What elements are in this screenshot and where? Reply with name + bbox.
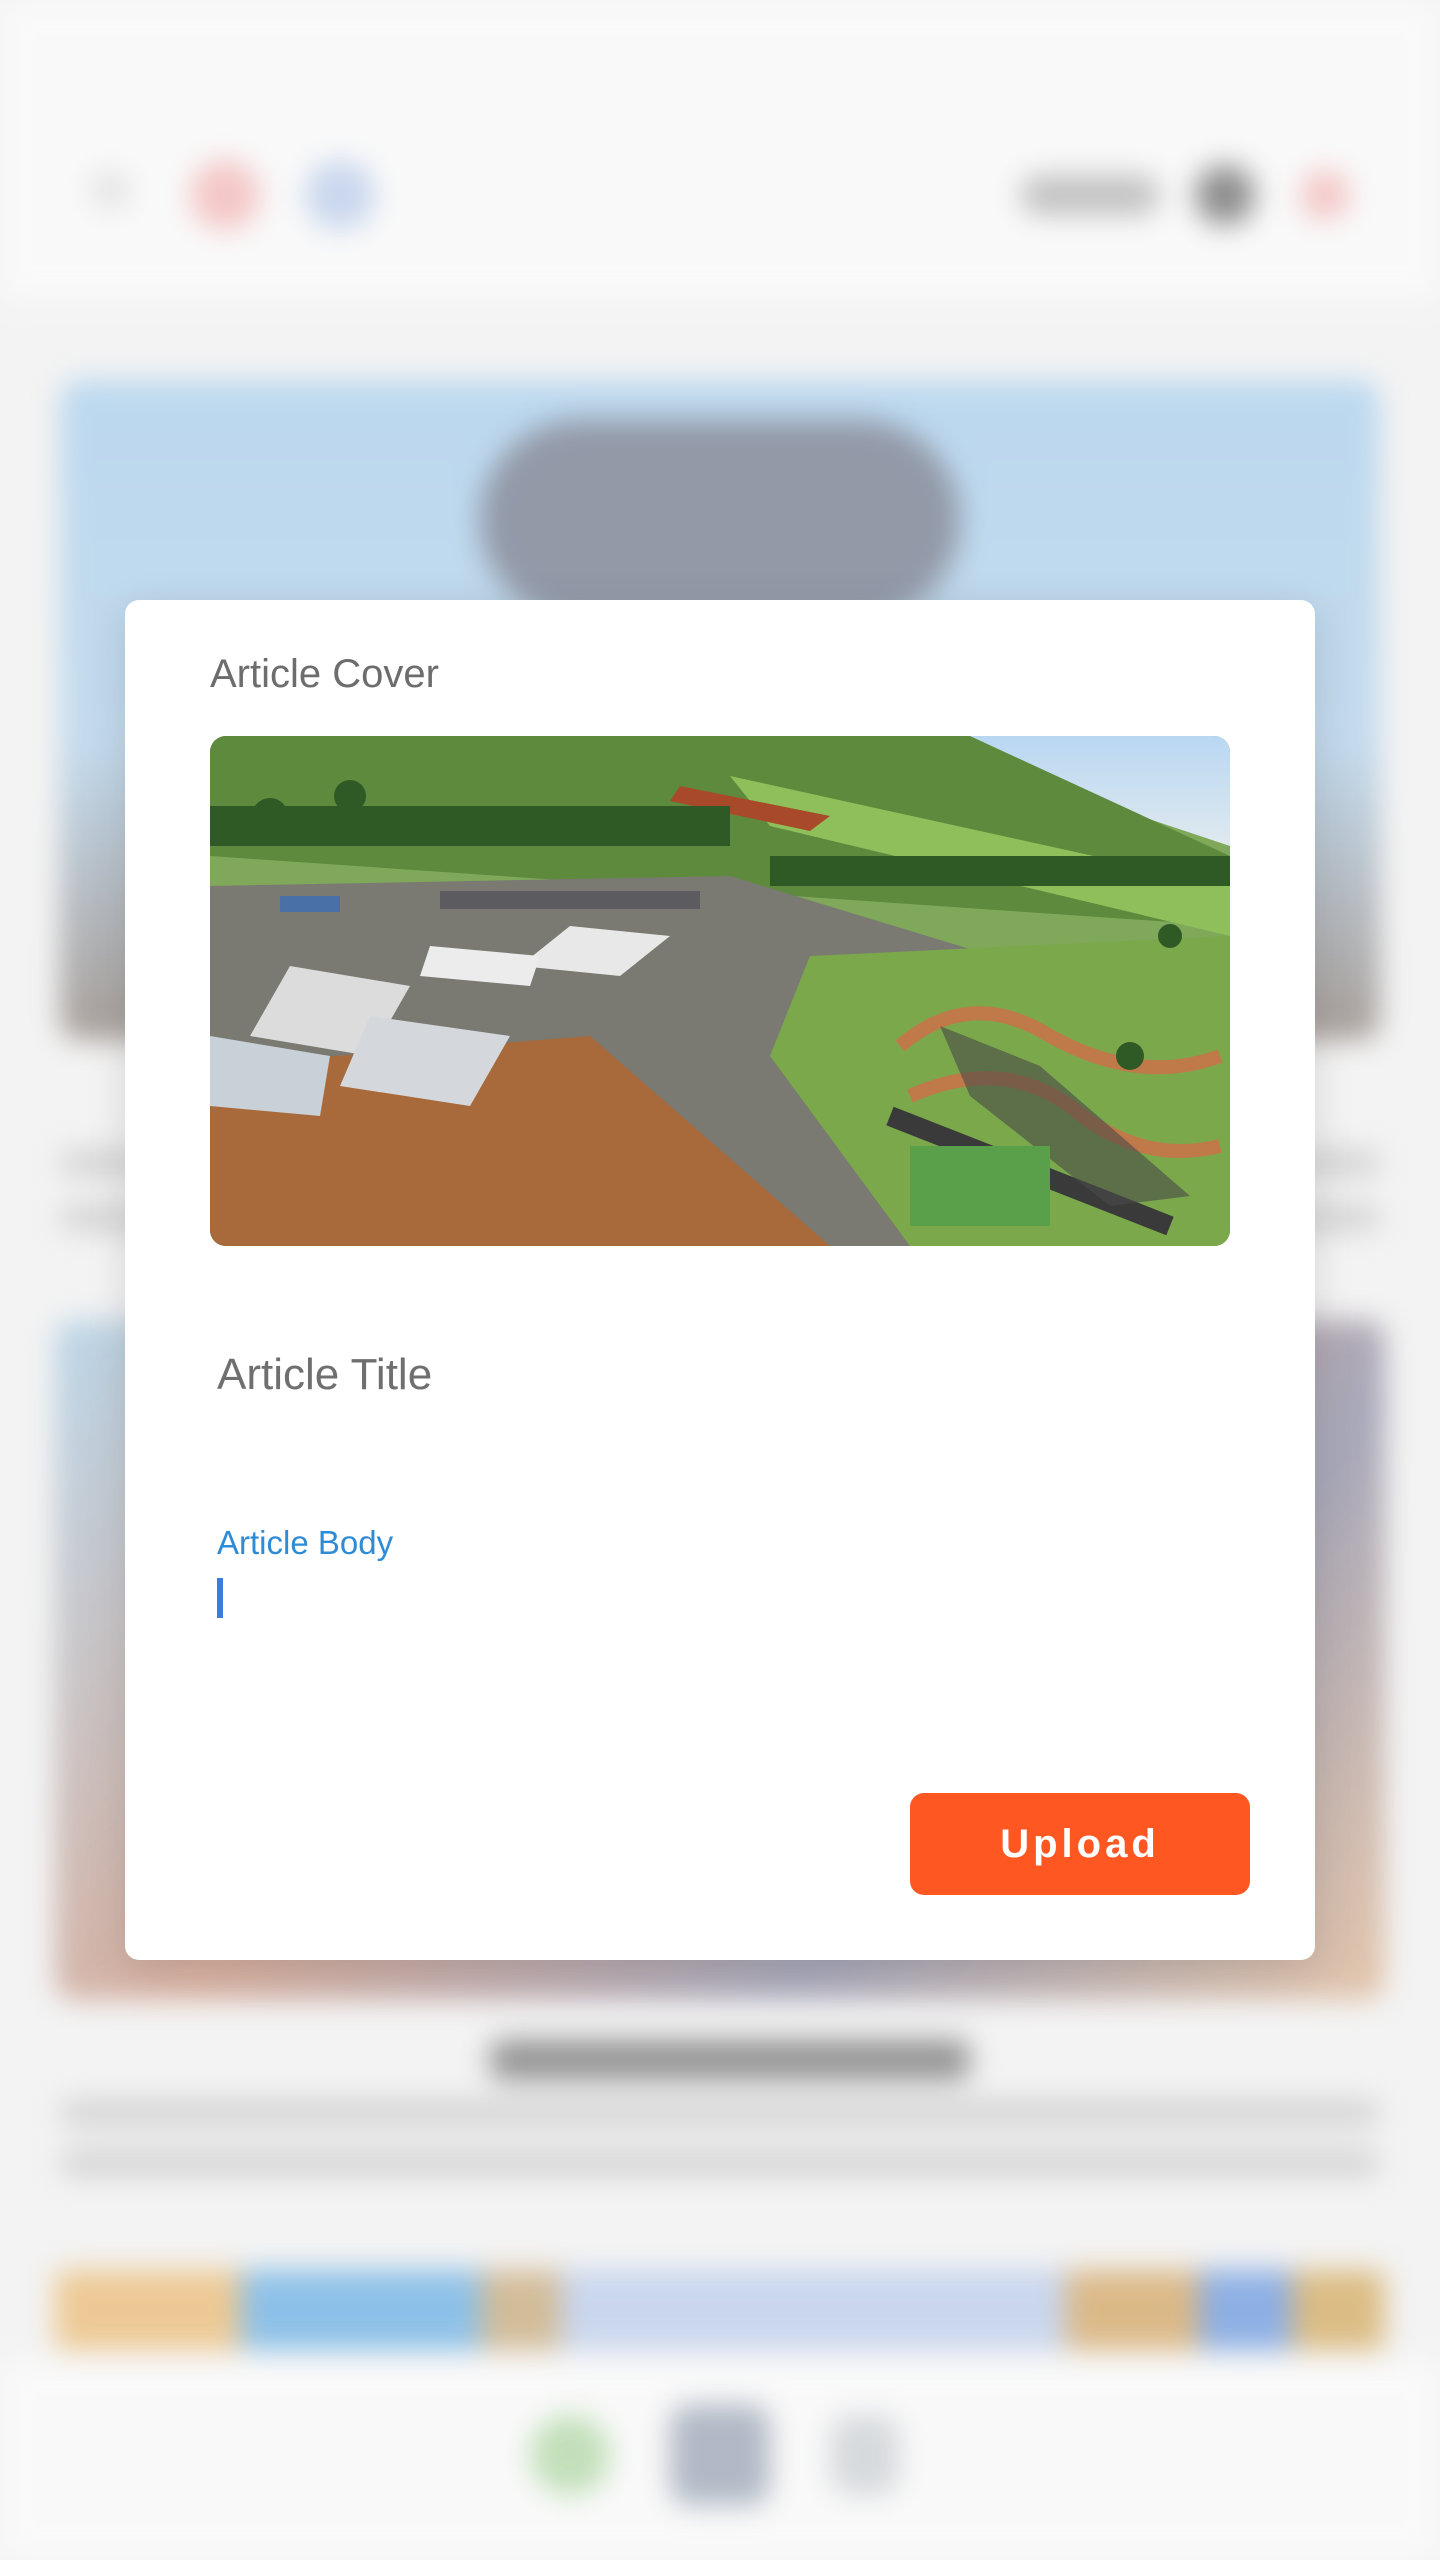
menu-icon: [1300, 170, 1350, 220]
notification-icon: [190, 160, 260, 230]
background-text-line: [60, 2100, 1380, 2126]
aerial-farm-image: [210, 736, 1230, 1246]
article-cover-label: Article Cover: [210, 652, 439, 696]
article-cover-image[interactable]: [210, 736, 1230, 1246]
background-heading-line: [490, 2040, 970, 2080]
nav-home-icon: [530, 2415, 610, 2495]
nav-articles-icon: [670, 2405, 770, 2505]
background-strip: [55, 2270, 1385, 2350]
article-body-label: Article Body: [217, 1524, 394, 1561]
text-caret: [217, 1578, 223, 1618]
nav-profile-icon: [830, 2415, 900, 2495]
article-title-input[interactable]: [217, 1330, 1217, 1420]
upload-article-dialog: Article Cover Article Title Article Body…: [125, 600, 1315, 1960]
search-icon: [305, 160, 375, 230]
header-label: [1020, 175, 1160, 215]
article-body-input[interactable]: [217, 1572, 1217, 1732]
background-hero-figure: [480, 420, 960, 620]
back-icon: [90, 170, 130, 210]
background-header: [0, 0, 1440, 300]
background-bottom-nav: [0, 2360, 1440, 2560]
upload-button[interactable]: Upload: [910, 1793, 1250, 1895]
avatar: [1195, 165, 1255, 225]
background-text-line: [60, 2150, 1380, 2176]
